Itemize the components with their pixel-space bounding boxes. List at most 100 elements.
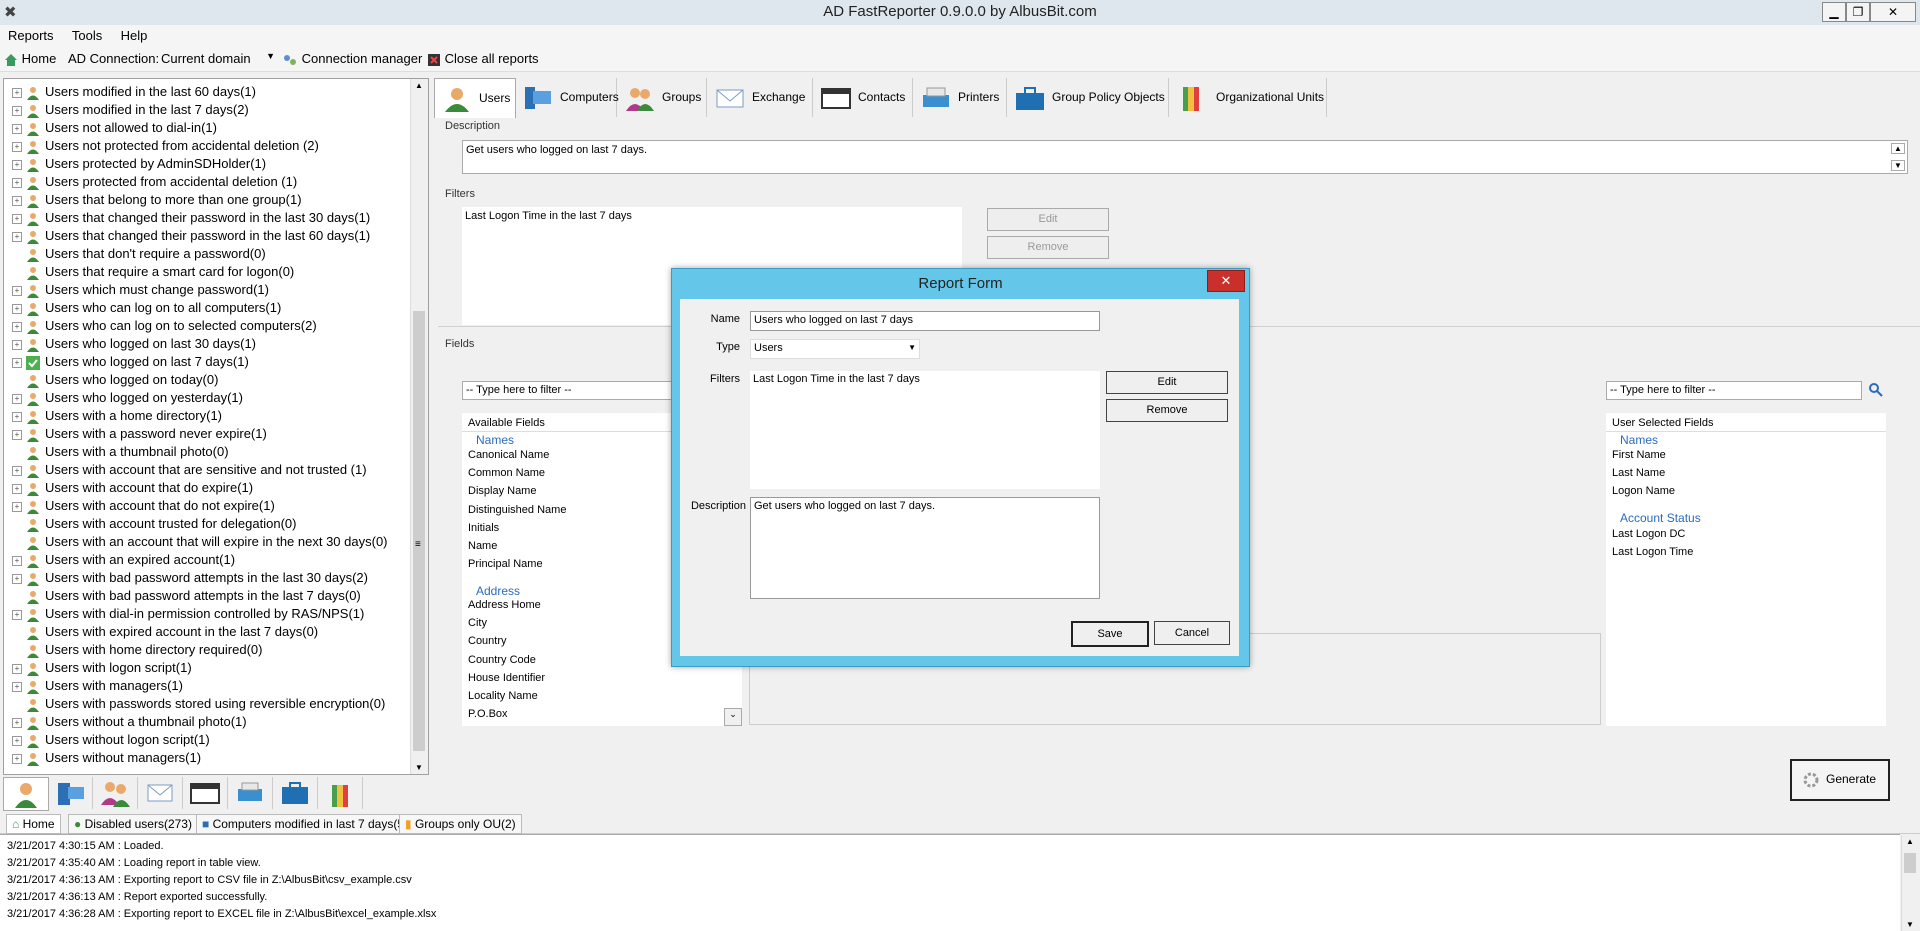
expand-icon[interactable]: + <box>12 555 22 566</box>
field-item[interactable]: Country Code <box>468 654 536 666</box>
field-item[interactable]: Last Logon Time <box>1612 546 1693 558</box>
tree-item[interactable]: + Users protected from accidental deletio… <box>12 174 297 192</box>
field-item[interactable]: Name <box>468 540 497 552</box>
tree-item[interactable]: Users that don't require a password(0) <box>12 246 266 264</box>
field-item[interactable]: Distinguished Name <box>468 504 566 516</box>
tree-item[interactable]: + Users who logged on yesterday(1) <box>12 390 243 408</box>
close-window-button[interactable]: ✕ <box>1870 2 1916 22</box>
tree-item[interactable]: + Users with dial-in permission controlle… <box>12 606 364 624</box>
maximize-button[interactable]: ❐ <box>1846 2 1870 22</box>
tree-item[interactable]: + Users without managers(1) <box>12 750 201 768</box>
expand-icon[interactable]: + <box>12 717 22 728</box>
tab-computers[interactable]: Computers <box>516 78 619 117</box>
field-item[interactable]: P.O.Box <box>468 708 508 720</box>
expand-icon[interactable]: + <box>12 159 22 170</box>
scroll-down-icon[interactable]: ▼ <box>1891 160 1905 171</box>
tree-item[interactable]: Users with passwords stored using revers… <box>12 696 385 714</box>
expand-icon[interactable]: + <box>12 681 22 692</box>
remove-button[interactable]: Remove <box>1106 399 1228 422</box>
field-item[interactable]: Locality Name <box>468 690 538 702</box>
tree-item[interactable]: + Users without logon script(1) <box>12 732 210 750</box>
field-item[interactable]: First Name <box>1612 449 1666 461</box>
expand-icon[interactable]: + <box>12 213 22 224</box>
doc-tab-disabled-users[interactable]: ● Disabled users(273) <box>68 814 198 834</box>
tree-item[interactable]: Users with account trusted for delegatio… <box>12 516 296 534</box>
expand-icon[interactable]: + <box>12 735 22 746</box>
tree-item[interactable]: + Users not allowed to dial-in(1) <box>12 120 217 138</box>
field-item[interactable]: Address Home <box>468 599 541 611</box>
tab-groups[interactable]: Groups <box>618 78 707 117</box>
menu-tools[interactable]: Tools <box>64 25 109 43</box>
expand-icon[interactable]: + <box>12 609 22 620</box>
field-item[interactable]: Logon Name <box>1612 485 1675 497</box>
tree-item[interactable]: + Users who can log on to selected comput… <box>12 318 317 336</box>
field-item[interactable]: Last Name <box>1612 467 1665 479</box>
expand-icon[interactable]: + <box>12 231 22 242</box>
tree-item[interactable]: Users with expired account in the last 7… <box>12 624 318 642</box>
tab-group-policy-objects[interactable]: Group Policy Objects <box>1008 78 1169 117</box>
tree-item[interactable]: + Users with a password never expire(1) <box>12 426 267 444</box>
tab-contacts[interactable]: Contacts <box>814 78 913 117</box>
field-item[interactable]: Initials <box>468 522 499 534</box>
home-button[interactable]: Home <box>4 51 56 67</box>
generate-button[interactable]: Generate <box>1790 759 1890 801</box>
tree-item[interactable]: + Users who can log on to all computers(1… <box>12 300 281 318</box>
field-item[interactable]: City <box>468 617 487 629</box>
selected-fields-list[interactable]: User Selected Fields Names First Name Las… <box>1606 413 1886 726</box>
selected-filter-input[interactable]: -- Type here to filter -- <box>1606 381 1862 400</box>
expand-icon[interactable]: + <box>12 429 22 440</box>
tree-item[interactable]: + Users with logon script(1) <box>12 660 192 678</box>
tree-item[interactable]: + Users modified in the last 7 days(2) <box>12 102 249 120</box>
tree-item[interactable]: + Users not protected from accidental del… <box>12 138 319 156</box>
scroll-down-icon[interactable]: ▼ <box>1906 920 1914 929</box>
menu-reports[interactable]: Reports <box>0 25 61 43</box>
type-select[interactable]: Users ▼ <box>750 339 920 359</box>
expand-icon[interactable]: + <box>12 321 22 332</box>
scroll-up-icon[interactable]: ▲ <box>415 81 423 90</box>
expand-icon[interactable]: + <box>12 483 22 494</box>
tree-item[interactable]: + Users who logged on last 7 days(1) <box>12 354 249 372</box>
tree-item[interactable]: + Users that changed their password in th… <box>12 228 370 246</box>
save-button[interactable]: Save <box>1071 621 1149 647</box>
tree-item[interactable]: Users that require a smart card for logo… <box>12 264 294 282</box>
edit-button[interactable]: Edit <box>1106 371 1228 394</box>
tree-item[interactable]: + Users which must change password(1) <box>12 282 269 300</box>
expand-icon[interactable]: + <box>12 339 22 350</box>
tree-item[interactable]: Users with a thumbnail photo(0) <box>12 444 229 462</box>
chevron-down-icon[interactable]: ⌄ <box>724 708 742 726</box>
minimize-button[interactable]: ▁ <box>1822 2 1846 22</box>
field-item[interactable]: Principal Name <box>468 558 543 570</box>
expand-icon[interactable]: + <box>12 393 22 404</box>
expand-icon[interactable]: + <box>12 753 22 764</box>
tab-printers[interactable]: Printers <box>914 78 1007 117</box>
filters-remove-button[interactable]: Remove <box>987 236 1109 259</box>
search-icon[interactable] <box>1868 382 1884 398</box>
tree-item[interactable]: + Users with an expired account(1) <box>12 552 235 570</box>
category-gpo[interactable] <box>273 777 318 809</box>
expand-icon[interactable]: + <box>12 87 22 98</box>
doc-tab-computers-modified[interactable]: ■ Computers modified in last 7 days(5) <box>196 814 415 834</box>
tree-item[interactable]: + Users that changed their password in th… <box>12 210 370 228</box>
doc-tab-groups-only-ou[interactable]: ▮ Groups only OU(2) <box>399 814 522 834</box>
category-groups[interactable] <box>93 777 138 809</box>
expand-icon[interactable]: + <box>12 141 22 152</box>
field-item[interactable]: Last Logon DC <box>1612 528 1685 540</box>
category-users[interactable] <box>3 777 49 811</box>
tree-item[interactable]: + Users with account that do expire(1) <box>12 480 253 498</box>
dialog-close-button[interactable]: ✕ <box>1207 270 1245 292</box>
log-panel[interactable]: ▲ ▼ 3/21/2017 4:30:15 AM : Loaded. 3/21/2… <box>0 834 1920 931</box>
connection-manager-button[interactable]: Connection manager <box>282 51 422 67</box>
expand-icon[interactable]: + <box>12 573 22 584</box>
expand-icon[interactable]: + <box>12 501 22 512</box>
menu-help[interactable]: Help <box>113 25 155 43</box>
tree-item[interactable]: + Users without a thumbnail photo(1) <box>12 714 247 732</box>
tree-item[interactable]: Users who logged on today(0) <box>12 372 218 390</box>
description-box[interactable]: Get users who logged on last 7 days. ▲ ▼ <box>462 140 1908 174</box>
category-exchange[interactable] <box>138 777 183 809</box>
category-computers[interactable] <box>48 777 93 809</box>
scroll-thumb[interactable] <box>1904 853 1916 873</box>
expand-icon[interactable]: + <box>12 123 22 134</box>
cancel-button[interactable]: Cancel <box>1154 621 1230 645</box>
log-scrollbar[interactable]: ▲ ▼ <box>1901 835 1920 931</box>
tab-organizational-units[interactable]: Organizational Units <box>1170 78 1327 117</box>
